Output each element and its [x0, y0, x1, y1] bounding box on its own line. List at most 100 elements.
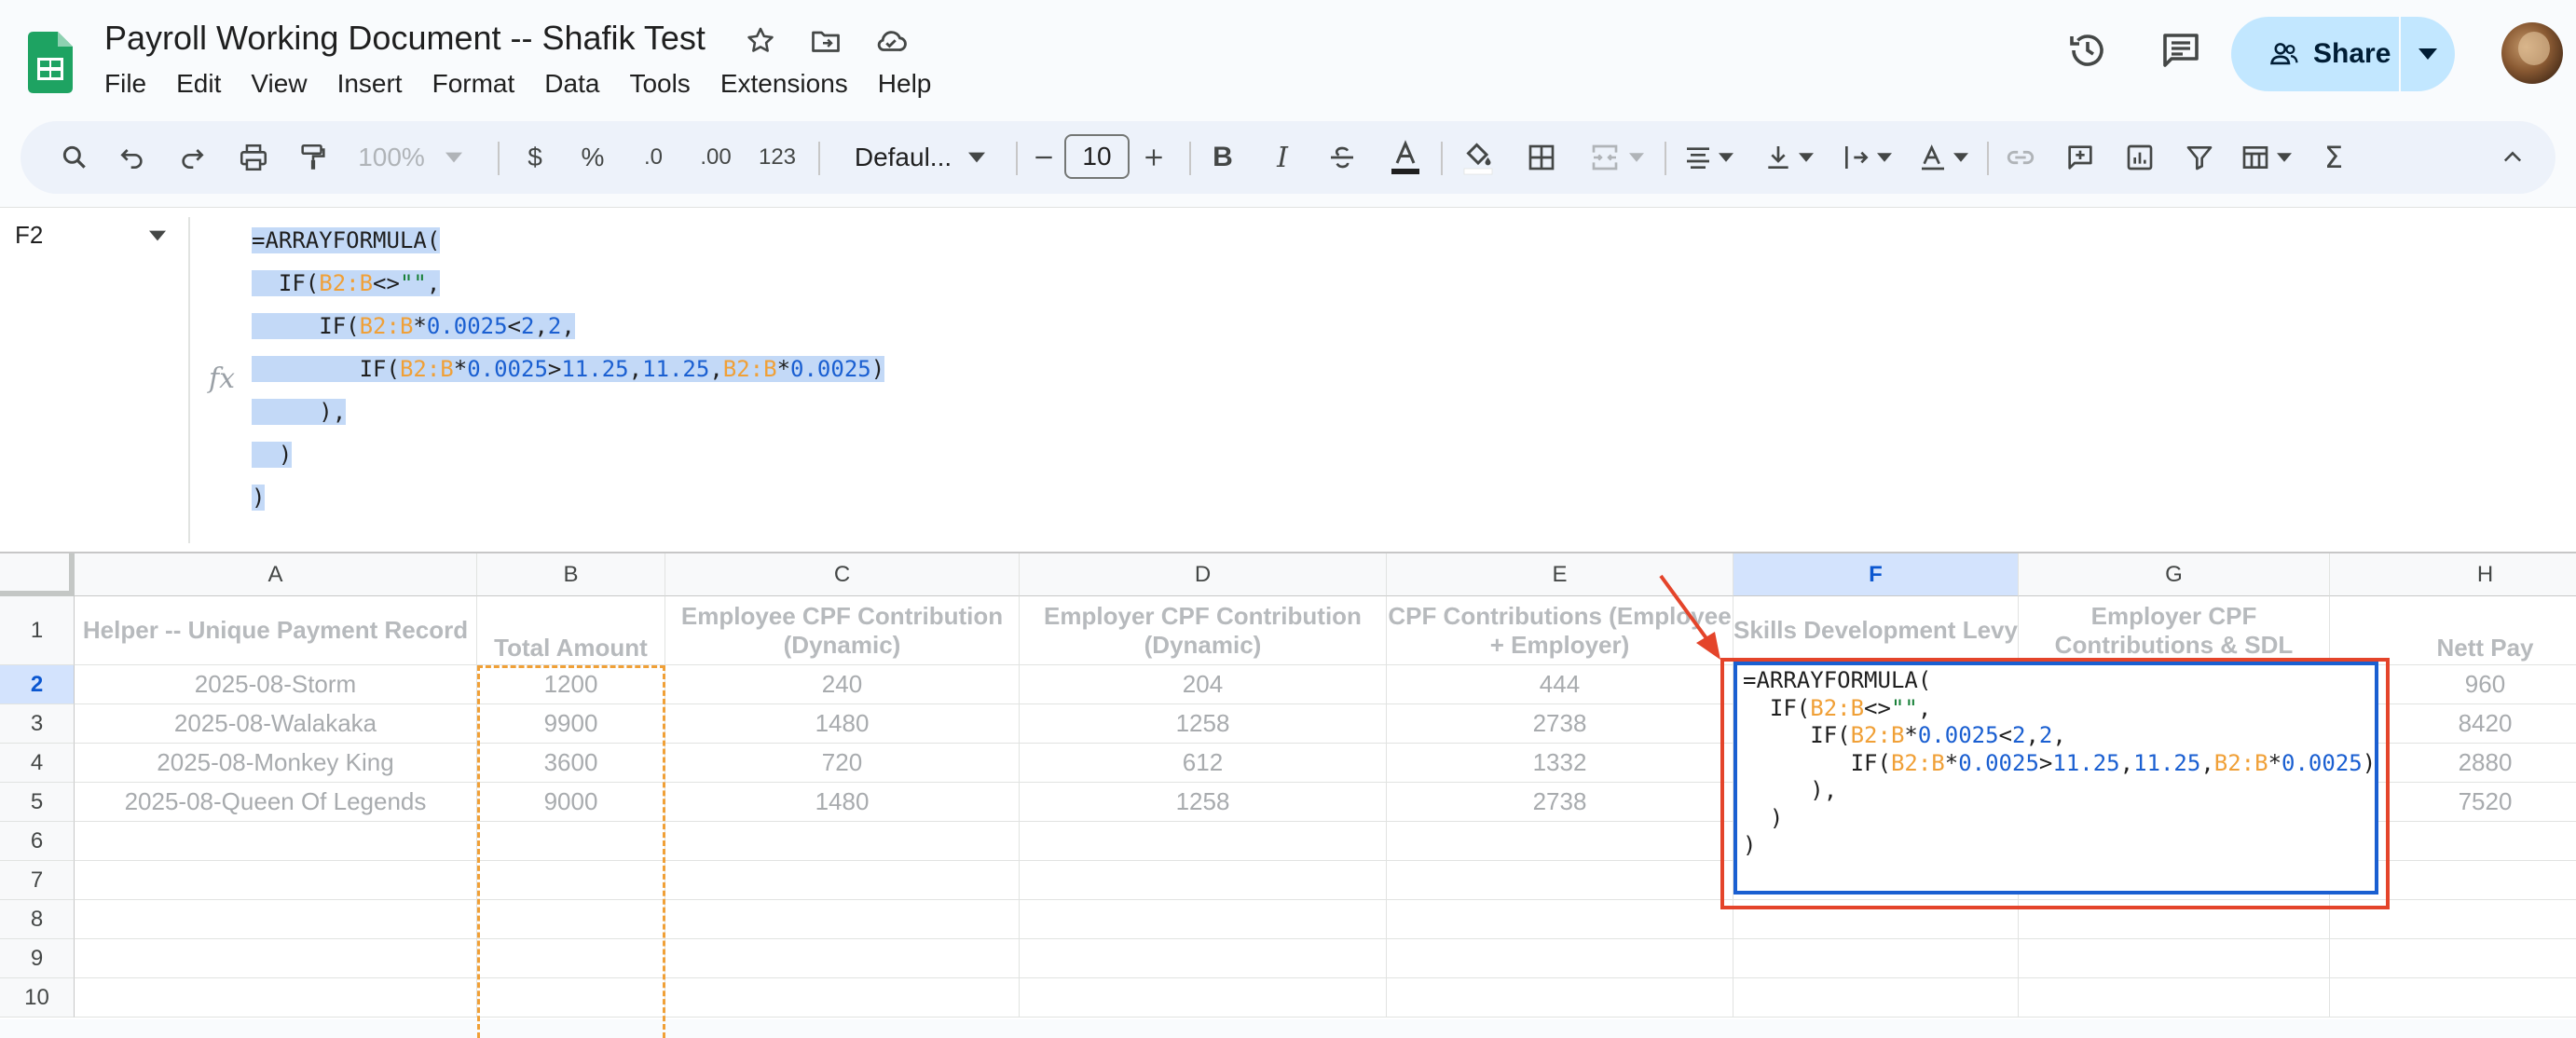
insert-chart-icon[interactable]	[2119, 121, 2160, 194]
grid-cell[interactable]	[1387, 900, 1733, 939]
grid-cell[interactable]: 9000	[477, 783, 665, 822]
grid-cell[interactable]: 9900	[477, 704, 665, 744]
grid-cell[interactable]	[665, 939, 1020, 978]
grid-cell[interactable]: 1258	[1020, 783, 1387, 822]
grid-cell[interactable]	[1020, 939, 1387, 978]
text-color-icon[interactable]	[1383, 121, 1428, 194]
grid-cell[interactable]	[2019, 978, 2330, 1018]
chevron-down-icon[interactable]	[149, 230, 166, 241]
formula-input[interactable]: =ARRAYFORMULA( IF(B2:B<>"", IF(B2:B*0.00…	[252, 219, 885, 519]
paint-format-icon[interactable]	[293, 121, 334, 194]
grid-cell[interactable]: 1480	[665, 783, 1020, 822]
column-header-d[interactable]: D	[1020, 553, 1387, 596]
share-main[interactable]: Share	[2231, 17, 2401, 91]
header-cell[interactable]: Total Amount	[477, 596, 665, 665]
print-icon[interactable]	[233, 121, 274, 194]
row-header-2[interactable]: 2	[0, 665, 75, 704]
grid-cell[interactable]	[1387, 861, 1733, 900]
column-header-b[interactable]: B	[477, 553, 665, 596]
grid-cell[interactable]	[1387, 939, 1733, 978]
horizontal-align-icon[interactable]	[1678, 121, 1739, 194]
row-header-8[interactable]: 8	[0, 900, 75, 939]
grid-cell[interactable]	[1733, 978, 2019, 1018]
filter-icon[interactable]	[2179, 121, 2220, 194]
grid-cell[interactable]	[1387, 822, 1733, 861]
header-cell[interactable]: Nett Pay	[2330, 596, 2576, 665]
grid-cell[interactable]	[665, 900, 1020, 939]
grid-cell[interactable]: 2738	[1387, 704, 1733, 744]
grid-cell[interactable]: 2025-08-Storm	[75, 665, 477, 704]
insert-comment-icon[interactable]	[2060, 121, 2101, 194]
sheets-logo-icon[interactable]	[28, 32, 73, 93]
column-header-h[interactable]: H	[2330, 553, 2576, 596]
vertical-align-icon[interactable]	[1758, 121, 1819, 194]
menu-file[interactable]: File	[104, 65, 161, 102]
fill-color-icon[interactable]	[1456, 121, 1500, 194]
format-currency-button[interactable]: $	[514, 121, 555, 194]
grid-cell[interactable]	[665, 978, 1020, 1018]
select-all-corner[interactable]	[0, 553, 75, 596]
grid-cell[interactable]: 3600	[477, 744, 665, 783]
grid-cell[interactable]: 444	[1387, 665, 1733, 704]
header-cell[interactable]: Employer CPF Contribution (Dynamic)	[1020, 596, 1387, 665]
menu-extensions[interactable]: Extensions	[720, 65, 863, 102]
grid-cell[interactable]: 2025-08-Walakaka	[75, 704, 477, 744]
grid-cell[interactable]	[1020, 861, 1387, 900]
filter-views-icon[interactable]	[2235, 121, 2296, 194]
comments-icon[interactable]	[2158, 28, 2203, 73]
grid-cell[interactable]	[665, 861, 1020, 900]
grid-cell[interactable]: 204	[1020, 665, 1387, 704]
font-family-select[interactable]: Defaul...	[831, 121, 1008, 194]
redo-icon[interactable]	[171, 121, 212, 194]
column-header-f[interactable]: F	[1733, 553, 2019, 596]
grid-cell[interactable]	[1020, 978, 1387, 1018]
text-wrapping-icon[interactable]	[1836, 121, 1898, 194]
menu-tools[interactable]: Tools	[629, 65, 705, 102]
borders-icon[interactable]	[1521, 121, 1562, 194]
grid-cell[interactable]: 1480	[665, 704, 1020, 744]
bold-icon[interactable]: B	[1202, 121, 1243, 194]
column-header-c[interactable]: C	[665, 553, 1020, 596]
grid-cell[interactable]: 2738	[1387, 783, 1733, 822]
column-header-g[interactable]: G	[2019, 553, 2330, 596]
text-rotation-icon[interactable]	[1912, 121, 1974, 194]
grid-cell[interactable]	[75, 900, 477, 939]
move-folder-icon[interactable]	[807, 22, 844, 60]
menu-view[interactable]: View	[251, 65, 322, 102]
grid-cell[interactable]: 1332	[1387, 744, 1733, 783]
grid-cell[interactable]: 240	[665, 665, 1020, 704]
grid-cell[interactable]	[2330, 900, 2576, 939]
grid-cell[interactable]: 720	[665, 744, 1020, 783]
search-icon[interactable]	[54, 121, 95, 194]
row-header-5[interactable]: 5	[0, 783, 75, 822]
decrease-decimal-button[interactable]: .0	[628, 121, 678, 194]
functions-icon[interactable]: Σ	[2313, 121, 2354, 194]
grid-cell[interactable]	[477, 861, 665, 900]
zoom-select[interactable]: 100%	[354, 121, 466, 194]
increase-decimal-button[interactable]: .00	[688, 121, 744, 194]
format-percent-button[interactable]: %	[572, 121, 613, 194]
spreadsheet-grid[interactable]: A B C D E F G H 1 2 3 4 5 6 7 8 9 10 Helper -- Unique Paym…	[0, 552, 2576, 1038]
row-header-6[interactable]: 6	[0, 822, 75, 861]
font-size-input[interactable]: 10	[1064, 134, 1130, 179]
document-title[interactable]: Payroll Working Document -- Shafik Test	[104, 19, 706, 58]
header-cell[interactable]: Skills Development Levy	[1733, 596, 2019, 665]
row-header-4[interactable]: 4	[0, 744, 75, 783]
collapse-toolbar-icon[interactable]	[2492, 121, 2533, 194]
menu-edit[interactable]: Edit	[176, 65, 236, 102]
menu-format[interactable]: Format	[432, 65, 530, 102]
grid-cell[interactable]	[75, 861, 477, 900]
row-header-1[interactable]: 1	[0, 596, 75, 665]
name-box[interactable]: F2	[15, 221, 43, 250]
grid-cell[interactable]	[477, 939, 665, 978]
grid-cell[interactable]	[2019, 900, 2330, 939]
decrease-font-size-icon[interactable]	[1025, 121, 1062, 194]
grid-cell[interactable]: 612	[1020, 744, 1387, 783]
grid-cell[interactable]	[75, 939, 477, 978]
star-icon[interactable]	[742, 22, 779, 60]
grid-cell[interactable]	[477, 822, 665, 861]
more-formats-button[interactable]: 123	[749, 121, 805, 194]
row-header-3[interactable]: 3	[0, 704, 75, 744]
grid-cell[interactable]	[477, 978, 665, 1018]
grid-cell[interactable]	[1020, 822, 1387, 861]
